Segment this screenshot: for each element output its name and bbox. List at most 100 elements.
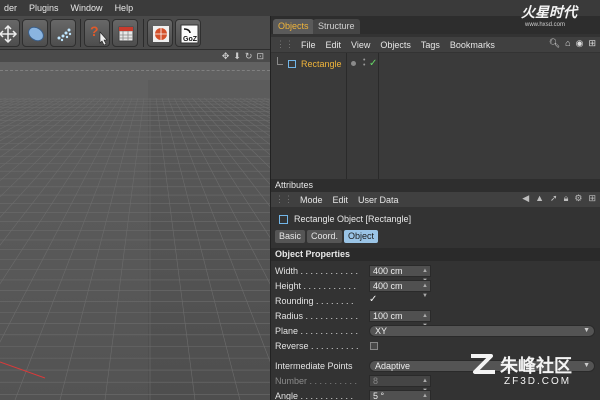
viewport-nav: ✥ ⬇ ↻ ⊡ (222, 51, 264, 62)
attributes-object-title: Rectangle Object [Rectangle] (279, 213, 411, 225)
calculator-icon[interactable] (112, 19, 138, 47)
height-value: 400 cm (373, 281, 403, 291)
particles-icon[interactable] (50, 19, 76, 47)
height-row: Height . . . . . . . . . . . 400 cm ▲ ▼ (275, 280, 600, 299)
arrow-down-icon[interactable]: ⬇ (233, 51, 241, 62)
attributes-tabs: Basic Coord. Object (275, 230, 379, 243)
tab-object[interactable]: Object (344, 230, 379, 243)
width-field[interactable]: 400 cm ▲▼ (369, 265, 431, 284)
reverse-label: Reverse . . . . . . . . . . (275, 341, 359, 351)
refresh-icon[interactable]: ↻ (245, 51, 253, 62)
object-properties-header: Object Properties (271, 248, 600, 261)
move-view-icon[interactable]: ✥ (222, 51, 230, 62)
3d-viewport[interactable]: ✥ ⬇ ↻ ⊡ (0, 50, 270, 400)
number-label: Number . . . . . . . . . . (275, 376, 358, 386)
settings-icon[interactable]: ⚙ (574, 193, 582, 204)
om-menu-objects[interactable]: Objects (375, 40, 416, 50)
spinner-icon[interactable]: ▲▼ (422, 391, 428, 400)
tab-basic[interactable]: Basic (275, 230, 306, 243)
drag-handle-icon: ⋮⋮ (275, 194, 293, 204)
watermark-cn-text: 朱峰社区 (500, 356, 572, 377)
intermediate-points-label: Intermediate Points (275, 361, 353, 371)
help-cursor-icon[interactable]: ? (84, 19, 110, 47)
visibility-dots-icon[interactable]: • • (363, 57, 365, 69)
back-arrow-icon[interactable]: ◀ (522, 193, 529, 204)
drag-handle-icon: ⋮⋮ (276, 39, 294, 49)
svg-text:?: ? (90, 23, 99, 39)
spline-object-icon (279, 214, 288, 224)
attributes-icons: ◀ ▲ ➚ 🔒︎ ⚙ ⊞ (522, 193, 596, 204)
om-menu-tags[interactable]: Tags (416, 40, 445, 50)
add-icon[interactable]: ⊞ (588, 193, 596, 204)
tree-line (277, 57, 283, 65)
height-field[interactable]: 400 cm ▲ ▼ (369, 280, 431, 299)
tab-coord[interactable]: Coord. (307, 230, 343, 243)
object-manager-icons: 🔍︎ ⌂ ◉ ⊞ (549, 38, 596, 49)
brush-icon[interactable] (22, 19, 48, 47)
object-list[interactable]: Rectangle • • ✓ (271, 53, 600, 179)
tab-structure[interactable]: Structure (313, 19, 360, 34)
forward-arrow-icon[interactable]: ➚ (550, 193, 558, 204)
main-toolbar: ? GoZ (0, 16, 270, 50)
width-row: Width . . . . . . . . . . . . 400 cm ▲▼ (275, 265, 600, 284)
goz-icon[interactable]: GoZ (175, 19, 201, 47)
toolbar-separator (143, 19, 144, 47)
watermark-logo-top: 火星时代 (521, 5, 577, 21)
maximize-icon[interactable]: ⊡ (256, 51, 264, 62)
intermediate-points-value: Adaptive (375, 361, 411, 371)
width-value: 400 cm (373, 266, 403, 276)
list-item[interactable]: Rectangle • • ✓ (271, 57, 600, 72)
angle-field[interactable]: 5 ° ▲▼ (369, 390, 431, 400)
attr-menu-user-data[interactable]: User Data (353, 195, 404, 205)
chevron-down-icon: ▼ (583, 362, 590, 369)
manager-panel: Objects Structure 火星时代 www.hxsd.com ⋮⋮ F… (270, 5, 600, 400)
object-name[interactable]: Rectangle (301, 59, 342, 69)
main-menubar: der Plugins Window Help (0, 0, 270, 16)
plane-dropdown[interactable]: XY ▼ (369, 325, 595, 337)
plane-row: Plane . . . . . . . . . . . . XY ▼ (275, 325, 600, 338)
menu-item-plugins[interactable]: Plugins (25, 3, 67, 13)
plane-label: Plane . . . . . . . . . . . . (275, 326, 359, 336)
om-menu-edit[interactable]: Edit (321, 40, 347, 50)
up-arrow-icon[interactable]: ▲ (535, 193, 544, 204)
attr-menu-mode[interactable]: Mode (295, 195, 328, 205)
radius-field[interactable]: 100 cm ▲▼ (369, 310, 431, 329)
reverse-checkbox[interactable] (370, 342, 378, 350)
perspective-grid (0, 50, 270, 400)
search-icon[interactable]: 🔍︎ (549, 38, 560, 49)
angle-label: Angle . . . . . . . . . . . (275, 391, 354, 400)
menu-item-help[interactable]: Help (111, 3, 142, 13)
om-menu-view[interactable]: View (346, 40, 375, 50)
tab-objects[interactable]: Objects (273, 19, 314, 34)
add-icon[interactable]: ⊞ (588, 38, 596, 49)
number-field[interactable]: 8 ▲▼ (369, 375, 431, 394)
eye-icon[interactable]: ◉ (576, 38, 584, 49)
number-value: 8 (373, 376, 379, 386)
menu-item-render[interactable]: der (0, 3, 25, 13)
rounding-label: Rounding . . . . . . . . (275, 296, 354, 306)
move-icon[interactable] (0, 19, 20, 47)
attr-menu-edit[interactable]: Edit (328, 195, 354, 205)
spline-object-icon (288, 60, 296, 68)
watermark-logo-icon (471, 354, 495, 374)
chevron-down-icon: ▼ (583, 327, 590, 334)
menu-item-window[interactable]: Window (67, 3, 111, 13)
viewport-header: ✥ ⬇ ↻ ⊡ (0, 50, 270, 62)
rounding-row: Rounding . . . . . . . . ✓ (275, 295, 600, 308)
angle-row: Angle . . . . . . . . . . . 5 ° ▲▼ (275, 390, 600, 400)
enabled-check-icon[interactable]: ✓ (369, 58, 377, 69)
watermark-url-top: www.hxsd.com (525, 22, 566, 28)
angle-value: 5 ° (373, 391, 385, 400)
render-globe-icon[interactable] (147, 19, 173, 47)
radius-value: 100 cm (373, 311, 403, 321)
home-icon[interactable]: ⌂ (565, 38, 570, 49)
rounding-checkbox[interactable]: ✓ (369, 295, 379, 305)
goz-label: GoZ (183, 36, 198, 43)
om-menu-bookmarks[interactable]: Bookmarks (445, 40, 500, 50)
attributes-header: Attributes (271, 179, 600, 192)
watermark-en-text: ZF3D.COM (504, 376, 572, 387)
layer-dot-icon[interactable] (351, 61, 356, 66)
lock-icon[interactable]: 🔒︎ (564, 193, 569, 204)
plane-value: XY (375, 326, 388, 336)
om-menu-file[interactable]: File (296, 40, 321, 50)
